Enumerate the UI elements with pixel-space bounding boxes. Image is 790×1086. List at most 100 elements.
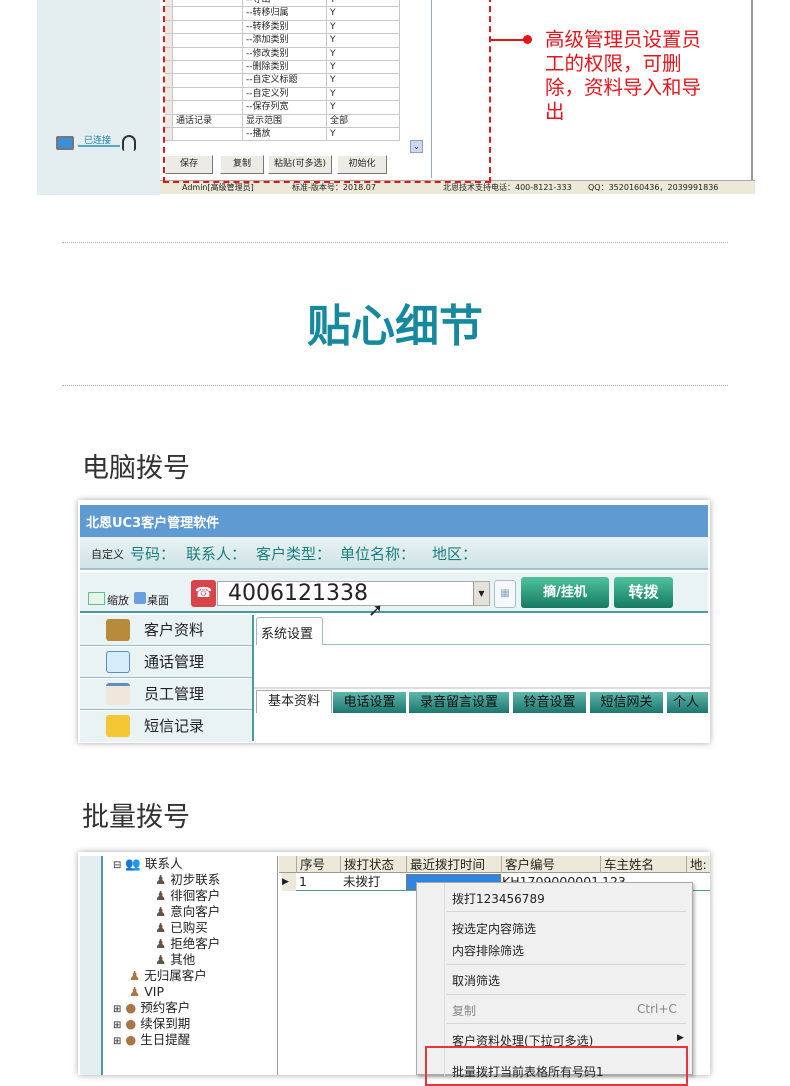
search-bar: 自定义 号码： 联系人： 客户类型： 单位名称： 地区： — [80, 537, 708, 570]
search-field-customer-type[interactable]: 客户类型： — [256, 543, 331, 564]
tree-label: 无归属客户 — [144, 968, 207, 983]
menu-copy[interactable]: 复制 — [452, 1002, 476, 1019]
transfer-button[interactable]: 转拨 — [614, 577, 673, 608]
menu-filter-selected[interactable]: 按选定内容筛选 — [452, 920, 536, 937]
subtab-sms-gateway[interactable]: 短信网关 — [590, 692, 665, 713]
pc-dial-heading: 电脑拨号 — [82, 453, 190, 484]
app-title-bar: 北恩UC3客户管理软件 — [80, 505, 708, 537]
tree-label: 联系人 — [144, 856, 183, 871]
person-icon: ♟ — [155, 904, 167, 919]
call-transfer-icon — [106, 651, 130, 673]
group-icon: 👥 — [125, 856, 141, 871]
custom-label[interactable]: 自定义 — [91, 546, 124, 562]
highlight-box — [425, 1046, 688, 1086]
expand-icon[interactable]: ⊞ — [113, 1020, 121, 1031]
tree-label: 预约客户 — [140, 1000, 191, 1015]
mouse-cursor-icon: ➚ — [368, 600, 384, 621]
renewal-icon: ● — [125, 1016, 137, 1031]
birthday-icon: ● — [125, 1032, 137, 1047]
column-header[interactable]: 地: — [686, 856, 707, 873]
nav-label: 短信记录 — [144, 717, 205, 735]
phone-icon: ☎ — [191, 580, 216, 607]
tree-node[interactable]: ♟ 初步联系 — [155, 872, 220, 888]
menu-copy-shortcut: Ctrl+C — [637, 1002, 677, 1016]
search-field-number[interactable]: 号码： — [130, 543, 175, 564]
batch-dial-heading: 批量拨号 — [82, 802, 190, 833]
subtab-phone[interactable]: 电话设置 — [333, 692, 408, 713]
nav-call-management[interactable]: 通话管理 — [80, 647, 252, 678]
tree-node[interactable]: ⊞ ● 生日提醒 — [113, 1032, 190, 1050]
tree-label: 其他 — [170, 952, 196, 967]
hook-button[interactable]: 摘/挂机 — [521, 577, 609, 608]
tree-label: 已购买 — [170, 920, 208, 935]
app-title: 北恩UC3客户管理软件 — [86, 516, 220, 531]
annotation-text: 高级管理员设置员工的权限，可删除，资料导入和导出 — [545, 28, 702, 123]
tree-node[interactable]: ♟ 徘徊客户 — [155, 888, 220, 904]
subtab-basic[interactable]: 基本资料 — [256, 690, 332, 713]
tree-node[interactable]: ♟ 已购买 — [155, 920, 208, 936]
section-title: 贴心细节 — [307, 301, 483, 352]
desktop-icon[interactable] — [134, 592, 146, 604]
status-qq: QQ：3520160436，2039991836 — [588, 183, 719, 192]
tree-label: 意向客户 — [170, 904, 221, 919]
connection-status: 已连接 — [56, 135, 144, 155]
headset-icon — [122, 135, 136, 151]
tree-label: 生日提醒 — [140, 1032, 191, 1047]
tree-node[interactable]: ♟ 意向客户 — [155, 904, 220, 920]
dropdown-arrow-icon[interactable]: ▼ — [473, 582, 489, 605]
cell-status: 未拨打 — [343, 874, 381, 889]
computer-icon — [56, 136, 74, 150]
tree-node[interactable]: ♟ VIP — [129, 984, 164, 1000]
divider — [62, 385, 728, 386]
subtab-personal[interactable]: 个人设 — [667, 692, 710, 713]
menu-cancel-filter[interactable]: 取消筛选 — [452, 972, 500, 989]
person-icon: ♟ — [155, 872, 167, 887]
desktop-label[interactable]: 桌面 — [147, 592, 169, 608]
search-field-contact[interactable]: 联系人： — [186, 543, 246, 564]
column-header[interactable]: 最近拨打时间 — [406, 856, 485, 873]
contacts-book-icon — [106, 619, 130, 641]
customer-tree: ⊟ 👥 联系人 ♟ 初步联系 ♟ 徘徊客户 ♟ 意向客户 ♟ 已购买 ♟ 拒绝客户 ♟ 其… — [105, 856, 278, 1075]
row-indicator-icon: ▶ — [282, 873, 296, 891]
tab-system-settings[interactable]: 系统设置 — [256, 617, 323, 645]
tree-label: 初步联系 — [170, 872, 221, 887]
connection-panel: 已连接 — [37, 0, 160, 195]
phone-number-input[interactable]: 4006121338 ▼ — [217, 581, 490, 606]
expand-icon[interactable]: ⊞ — [113, 1004, 121, 1015]
nav-customer-info[interactable]: 客户资料 — [80, 615, 252, 646]
column-header[interactable]: 拨打状态 — [340, 856, 394, 873]
tree-node[interactable]: ♟ 无归属客户 — [129, 968, 207, 984]
tree-label: VIP — [144, 984, 164, 999]
column-header[interactable]: 车主姓名 — [600, 856, 654, 873]
envelope-icon — [106, 715, 130, 737]
menu-dial[interactable]: 拨打123456789 — [452, 890, 545, 907]
divider — [62, 242, 728, 243]
search-field-region[interactable]: 地区： — [432, 543, 477, 564]
person-icon: ♟ — [155, 888, 167, 903]
column-header[interactable]: 序号 — [296, 856, 325, 873]
zoom-label[interactable]: 缩放 — [107, 592, 129, 608]
tree-label: 续保到期 — [140, 1016, 191, 1031]
nav-label: 客户资料 — [144, 621, 205, 639]
vip-icon: ♟ — [129, 984, 141, 999]
nav-sidebar: 客户资料 通话管理 员工管理 短信记录 — [78, 615, 254, 742]
staff-icon — [106, 683, 130, 705]
collapse-icon[interactable]: ⊟ — [113, 860, 121, 871]
menu-filter-exclude[interactable]: 内容排除筛选 — [452, 942, 524, 959]
person-icon: ♟ — [155, 936, 167, 951]
tree-node[interactable]: ♟ 其他 — [155, 952, 195, 968]
search-field-company[interactable]: 单位名称： — [340, 543, 415, 564]
callout-dot — [523, 35, 532, 44]
expand-icon[interactable]: ⊞ — [113, 1036, 121, 1047]
tree-label: 徘徊客户 — [170, 888, 221, 903]
nav-staff-management[interactable]: 员工管理 — [80, 679, 252, 710]
pc-dial-screenshot: 北恩UC3客户管理软件 自定义 号码： 联系人： 客户类型： 单位名称： 地区：… — [78, 500, 710, 743]
zoom-icon[interactable] — [88, 592, 105, 605]
keypad-button[interactable]: ▦ — [494, 580, 516, 608]
subtab-recording[interactable]: 录音留言设置 — [409, 692, 511, 713]
subtab-ringtone[interactable]: 铃音设置 — [513, 692, 588, 713]
nav-sms-records[interactable]: 短信记录 — [80, 711, 252, 742]
tree-node[interactable]: ♟ 拒绝客户 — [155, 936, 220, 952]
column-header[interactable]: 客户编号 — [501, 856, 555, 873]
callout-line — [491, 39, 527, 41]
